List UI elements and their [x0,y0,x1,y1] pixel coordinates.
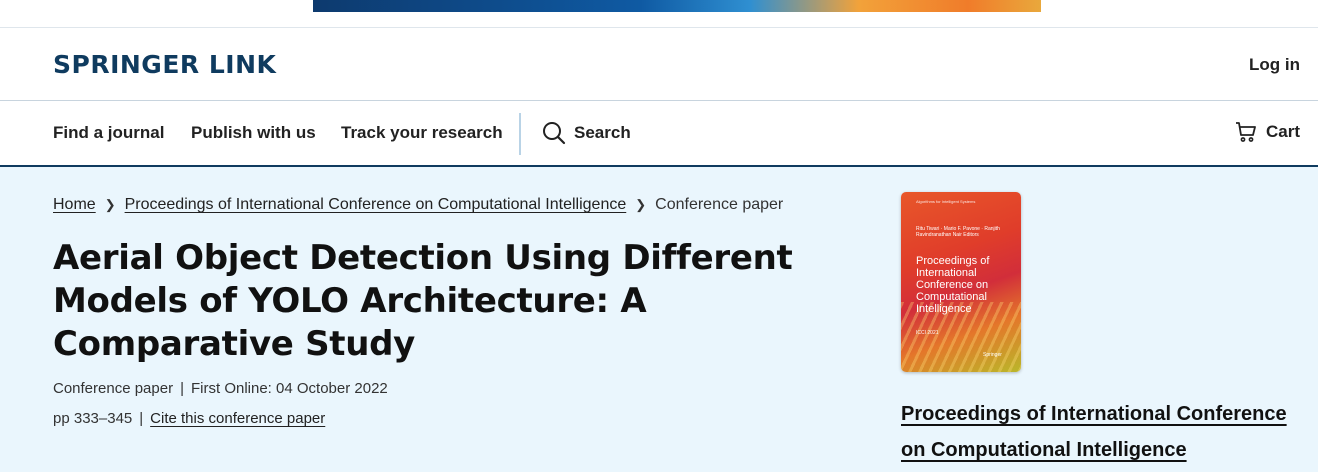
content-type: Conference paper [53,380,174,397]
breadcrumb-proceedings[interactable]: Proceedings of International Conference … [125,196,627,214]
meta-separator: | [180,380,184,397]
article-meta: Conference paper | First Online: 04 Octobe… [53,380,388,397]
page-title: Aerial Object Detection Using Different … [53,238,793,364]
nav-find-journal[interactable]: Find a journal [53,123,164,143]
first-online: First Online: 04 October 2022 [191,380,388,397]
cite-link[interactable]: Cite this conference paper [150,410,325,427]
search-icon [543,122,566,145]
book-cover[interactable]: Algorithms for Intelligent Systems Ritu … [901,192,1021,372]
cover-title: Proceedings of International Conference … [916,255,990,315]
search-label: Search [574,123,631,142]
chevron-right-icon: ❯ [635,197,647,212]
nav-track-research[interactable]: Track your research [341,123,503,143]
cart-icon [1235,122,1256,142]
nav-publish-with-us[interactable]: Publish with us [191,123,316,143]
search-button[interactable]: Search [542,121,631,145]
ad-banner[interactable] [313,0,1041,12]
breadcrumb: Home ❯ Proceedings of International Conf… [53,196,783,214]
page-range: pp 333–345 [53,410,133,427]
book-title-link[interactable]: Proceedings of International Conference … [901,396,1311,468]
cover-series: Algorithms for Intelligent Systems [916,199,976,204]
breadcrumb-current: Conference paper [655,196,784,213]
site-header: SPRINGER LINK Log in [0,27,1318,101]
chevron-right-icon: ❯ [104,197,116,212]
cover-year: ICCI 2021 [916,330,939,336]
meta-separator: | [139,410,144,427]
article-pages-row: pp 333–345 | Cite this conference paper [53,410,325,427]
main-nav: Find a journal Publish with us Track you… [0,101,1318,167]
login-link[interactable]: Log in [1249,55,1300,75]
ad-area [0,0,1318,28]
cover-editors: Ritu Tiwari · Mario F. Pavone · Ranjith … [916,226,1000,238]
nav-divider [519,113,521,155]
cart-label: Cart [1265,122,1300,141]
springer-link-logo[interactable]: SPRINGER LINK [53,50,276,79]
cart-button[interactable]: Cart [1235,121,1300,143]
cover-publisher: Springer [983,352,1002,358]
article-header: Home ❯ Proceedings of International Conf… [0,167,1318,472]
breadcrumb-home[interactable]: Home [53,196,96,214]
